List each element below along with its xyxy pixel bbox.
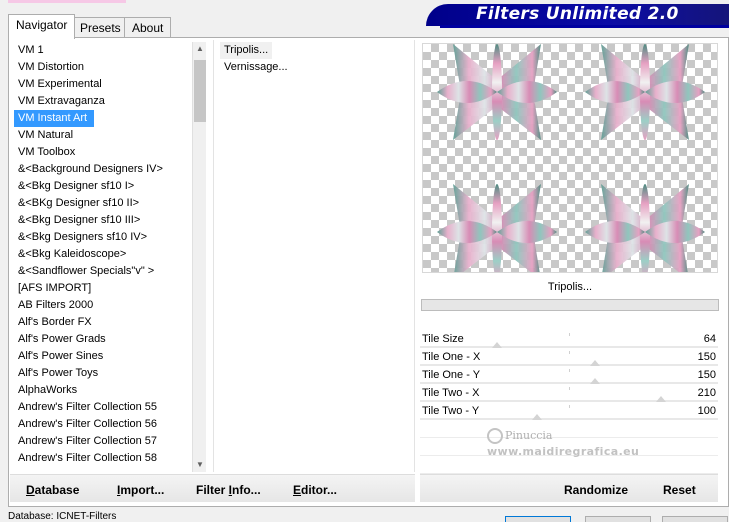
slider-track[interactable] bbox=[420, 418, 718, 420]
empty-param-row bbox=[420, 420, 718, 438]
watermark-name: Pinuccia bbox=[487, 428, 553, 444]
tab-presets[interactable]: Presets bbox=[72, 17, 129, 38]
category-item[interactable]: [AFS IMPORT] bbox=[14, 280, 192, 297]
pinuccia-watermark-icon bbox=[487, 428, 503, 444]
category-item[interactable]: Andrew's Filter Collection 58 bbox=[14, 450, 192, 467]
category-list[interactable]: VM 1 VM Distortion VM Experimental VM Extra… bbox=[14, 42, 192, 472]
category-item[interactable]: Andrew's Filter Collection 57 bbox=[14, 433, 192, 450]
category-item[interactable]: &<Bkg Designer sf10 III> bbox=[14, 212, 192, 229]
left-button-bar: Database Import... Filter Info... Editor… bbox=[10, 474, 415, 502]
import-button[interactable]: Import... bbox=[117, 483, 164, 497]
category-item[interactable]: Alf's Power Toys bbox=[14, 365, 192, 382]
ok-button[interactable] bbox=[505, 516, 571, 522]
slider-tick bbox=[569, 405, 570, 408]
progress-bar bbox=[421, 299, 719, 311]
param-slider-row[interactable]: Tile One - X 150 bbox=[420, 348, 718, 366]
help-button[interactable] bbox=[662, 516, 728, 522]
category-item[interactable]: AlphaWorks bbox=[14, 382, 192, 399]
slider-thumb[interactable] bbox=[532, 414, 542, 420]
filter-item[interactable]: Vernissage... bbox=[220, 59, 410, 76]
empty-param-row bbox=[420, 456, 718, 474]
filter-preview bbox=[422, 43, 718, 273]
param-slider-row[interactable]: Tile Two - Y 100 bbox=[420, 402, 718, 420]
scroll-up-arrow-icon[interactable]: ▲ bbox=[193, 42, 207, 56]
category-item[interactable]: Alf's Power Grads bbox=[14, 331, 192, 348]
category-item[interactable]: Andrew's Filter Collection 55 bbox=[14, 399, 192, 416]
preview-divider bbox=[414, 40, 415, 472]
scrollbar-thumb[interactable] bbox=[194, 60, 206, 122]
cancel-button[interactable] bbox=[585, 516, 651, 522]
category-item[interactable]: Andrew's Filter Collection 56 bbox=[14, 416, 192, 433]
editor-button[interactable]: Editor... bbox=[293, 483, 337, 497]
slider-tick bbox=[569, 333, 570, 336]
preview-pattern bbox=[437, 44, 705, 272]
category-item[interactable]: VM 1 bbox=[14, 42, 192, 59]
preview-filter-name: Tripolis... bbox=[547, 281, 593, 293]
top-pink-strip bbox=[8, 0, 126, 3]
app-title: Filters Unlimited 2.0 bbox=[476, 4, 679, 24]
category-item[interactable]: VM Natural bbox=[14, 127, 192, 144]
scroll-down-arrow-icon[interactable]: ▼ bbox=[193, 458, 207, 472]
category-item[interactable]: &<Background Designers IV> bbox=[14, 161, 192, 178]
slider-tick bbox=[569, 351, 570, 354]
category-item[interactable]: VM Toolbox bbox=[14, 144, 192, 161]
category-item[interactable]: Alf's Power Sines bbox=[14, 348, 192, 365]
category-item[interactable]: &<Bkg Designers sf10 IV> bbox=[14, 229, 192, 246]
watermark-site: www.maidiregrafica.eu bbox=[487, 445, 640, 458]
banner-stripe bbox=[440, 25, 729, 28]
param-slider-row[interactable]: Tile Size 64 bbox=[420, 330, 718, 348]
category-scrollbar[interactable]: ▲ ▼ bbox=[192, 42, 206, 472]
database-button[interactable]: Database bbox=[26, 483, 79, 497]
param-slider-row[interactable]: Tile Two - X 210 bbox=[420, 384, 718, 402]
category-item[interactable]: &<Bkg Designer sf10 I> bbox=[14, 178, 192, 195]
category-item[interactable]: &<Sandflower Specials"v" > bbox=[14, 263, 192, 280]
filter-item[interactable]: Tripolis... bbox=[220, 42, 272, 59]
category-item[interactable]: VM Extravaganza bbox=[14, 93, 192, 110]
reset-button[interactable]: Reset bbox=[663, 483, 696, 497]
slider-tick bbox=[569, 387, 570, 390]
category-item[interactable]: VM Distortion bbox=[14, 59, 192, 76]
list-divider bbox=[213, 40, 214, 472]
slider-tick bbox=[569, 369, 570, 372]
category-item[interactable]: Alf's Border FX bbox=[14, 314, 192, 331]
category-item[interactable]: VM Instant Art bbox=[14, 110, 94, 127]
param-slider-row[interactable]: Tile One - Y 150 bbox=[420, 366, 718, 384]
status-text: Database: ICNET-Filters bbox=[8, 511, 117, 522]
randomize-button[interactable]: Randomize bbox=[564, 483, 628, 497]
filter-list[interactable]: Tripolis... Vernissage... bbox=[220, 42, 410, 472]
category-item[interactable]: &<BKg Designer sf10 II> bbox=[14, 195, 192, 212]
tab-about[interactable]: About bbox=[124, 17, 172, 38]
right-button-bar: Randomize Reset bbox=[420, 474, 718, 502]
category-item[interactable]: &<Bkg Kaleidoscope> bbox=[14, 246, 192, 263]
category-item[interactable]: AB Filters 2000 bbox=[14, 297, 192, 314]
category-item[interactable]: VM Experimental bbox=[14, 76, 192, 93]
tab-navigator[interactable]: Navigator bbox=[8, 14, 76, 39]
filter-info-button[interactable]: Filter Info... bbox=[196, 483, 261, 497]
